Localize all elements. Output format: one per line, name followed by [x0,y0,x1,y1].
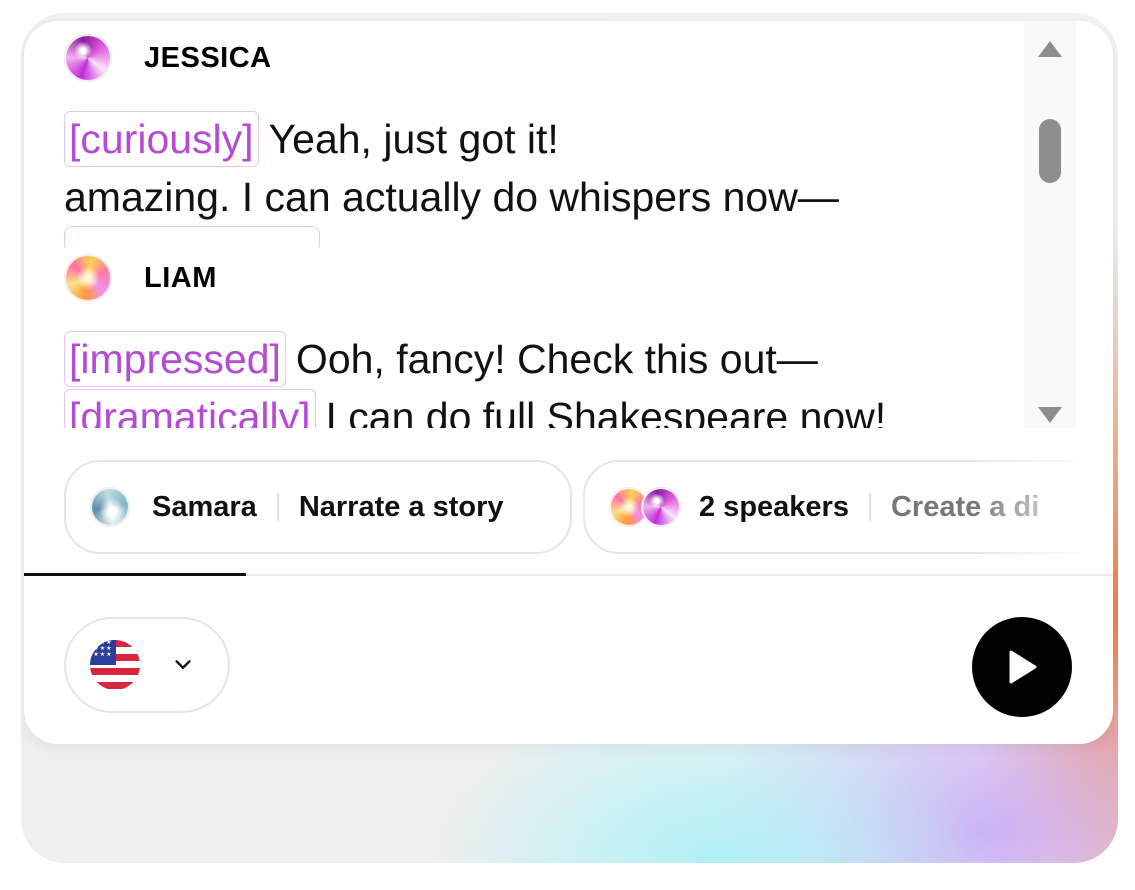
active-tab-indicator [24,573,246,576]
language-selector[interactable]: ★★★ ★★★ ★★★ [64,617,230,713]
preset-action-label: Narrate a story [298,490,504,523]
preset-voice-label: 2 speakers [699,490,849,523]
speaker-block-liam: LIAM [impressed] Ooh, fancy! Check this o… [64,250,886,428]
preset-chip-samara[interactable]: Samara Narrate a story [64,460,572,554]
chip-divider [868,493,871,521]
transcript-line: [impressed] Ooh, fancy! Check this out— [64,330,886,388]
transcript-line: [dramatically] I can do full Shakespeare … [64,388,886,428]
line-text: I can do full Shakespeare now! [325,394,887,428]
jessica-avatar [641,487,681,527]
play-button[interactable] [972,617,1072,717]
tts-card: JESSICA [curiously] Yeah, just got it! am… [24,21,1113,744]
chip-divider [276,493,279,521]
emotion-tag[interactable]: [curiously] [64,111,259,167]
speaker-name: JESSICA [144,41,272,74]
transcript-panel[interactable]: JESSICA [curiously] Yeah, just got it! am… [24,21,1076,428]
speaker-name: LIAM [144,261,217,294]
preset-action-label: Create a di [890,490,1040,523]
transcript-line: [curiously] Yeah, just got it! [64,110,839,168]
speaker-avatars [609,487,683,527]
preset-chips: Samara Narrate a story 2 speakers Create… [64,460,1113,554]
scroll-up-arrow-icon[interactable] [1038,41,1062,57]
liam-avatar [64,254,112,302]
emotion-tag[interactable]: [dramatically] [64,389,316,428]
scrollbar-thumb[interactable] [1039,119,1061,183]
scroll-down-arrow-icon[interactable] [1038,407,1062,423]
emotion-tag-partial [64,226,320,247]
emotion-tag[interactable]: [impressed] [64,331,286,387]
line-text: Ooh, fancy! Check this out— [295,336,818,382]
chevron-down-icon [175,660,191,669]
line-text: Yeah, just got it! [268,116,559,162]
widget-frame: JESSICA [curiously] Yeah, just got it! am… [21,13,1118,863]
preset-voice-label: Samara [152,490,257,523]
line-text: amazing. I can actually do whispers now— [64,174,839,220]
speaker-block-jessica: JESSICA [curiously] Yeah, just got it! am… [64,30,839,251]
samara-avatar [90,487,130,527]
transcript-line: amazing. I can actually do whispers now— [64,168,839,226]
us-flag-icon: ★★★ ★★★ ★★★ [90,640,140,690]
jessica-avatar [64,34,112,82]
play-icon [1009,650,1037,684]
preset-chip-2-speakers[interactable]: 2 speakers Create a di [583,460,1113,554]
scrollbar-track[interactable] [1024,21,1076,428]
